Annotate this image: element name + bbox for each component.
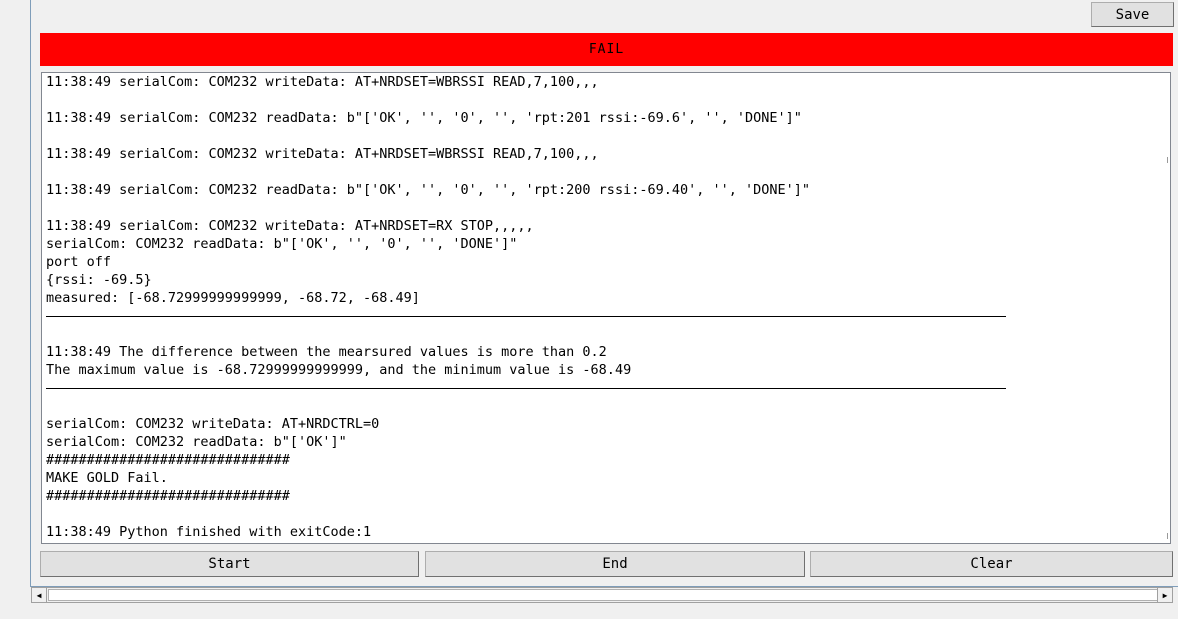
- log-lines: 11:38:49 serialCom: COM232 writeData: AT…: [46, 73, 1170, 541]
- arrow-right-icon[interactable]: ▶: [1157, 588, 1172, 602]
- horizontal-scrollbar[interactable]: ◀ ▶: [31, 587, 1173, 603]
- scrollbar-thumb[interactable]: [48, 589, 1158, 601]
- log-line: ##############################: [46, 488, 290, 504]
- log-line: serialCom: COM232 readData: b"['OK']": [46, 434, 347, 450]
- arrow-left-icon[interactable]: ◀: [32, 588, 47, 602]
- log-line: serialCom: COM232 readData: b"['OK', '',…: [46, 236, 518, 252]
- log-line: 11:38:49 Python finished with exitCode:1: [46, 524, 372, 540]
- log-line: The maximum value is -68.72999999999999,…: [46, 362, 632, 378]
- log-output[interactable]: 11:38:49 serialCom: COM232 writeData: AT…: [41, 72, 1171, 544]
- log-line: measured: [-68.72999999999999, -68.72, -…: [46, 290, 420, 306]
- log-line: ##############################: [46, 452, 290, 468]
- log-line: 11:38:49 serialCom: COM232 writeData: AT…: [46, 218, 534, 234]
- log-separator: [46, 379, 1170, 397]
- log-line: 11:38:49 serialCom: COM232 writeData: AT…: [46, 74, 599, 90]
- log-line: 11:38:49 serialCom: COM232 writeData: AT…: [46, 146, 599, 162]
- scroll-tick-bottom: [1167, 533, 1168, 539]
- log-line: 11:38:49 serialCom: COM232 readData: b"[…: [46, 110, 802, 126]
- end-button[interactable]: End: [425, 551, 805, 577]
- log-line: serialCom: COM232 writeData: AT+NRDCTRL=…: [46, 416, 380, 432]
- clear-button[interactable]: Clear: [810, 551, 1173, 577]
- log-line: {rssi: -69.5}: [46, 272, 152, 288]
- status-banner: FAIL: [40, 33, 1173, 66]
- log-separator: [46, 307, 1170, 325]
- save-button[interactable]: Save: [1091, 2, 1174, 27]
- start-button[interactable]: Start: [40, 551, 419, 577]
- log-line: port off: [46, 254, 112, 270]
- log-line: MAKE GOLD Fail.: [46, 470, 168, 486]
- log-line: 11:38:49 serialCom: COM232 readData: b"[…: [46, 182, 811, 198]
- log-line: 11:38:49 The difference between the mear…: [46, 344, 607, 360]
- window-left-border: [30, 0, 31, 587]
- scroll-tick-top: [1167, 157, 1168, 163]
